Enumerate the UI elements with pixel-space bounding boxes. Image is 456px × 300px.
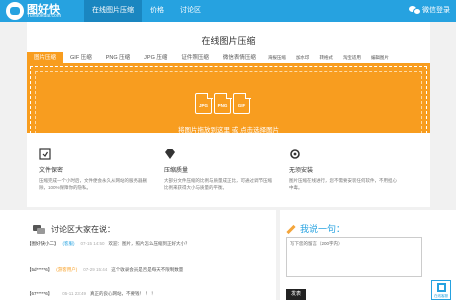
tab-id-photo-compress[interactable]: 证件照压缩 [174,52,216,64]
comment-text: 欢迎：图片，照片怎么压缩到正好大小？ [108,241,190,246]
comment-tag: (客服) [62,241,75,246]
lock-icon [39,147,51,160]
list-item[interactable]: 【67*****6】 05-11 23:49 真正的良心网站，不要钱！ ！ ！ [27,291,155,297]
tab-watermark[interactable]: 加水印 [291,52,315,64]
tab-edit-image[interactable]: 编辑图片 [366,52,394,64]
nav-item-price[interactable]: 价格 [142,0,172,22]
main-nav: 在线图片压缩 价格 讨论区 [84,0,209,22]
tool-tabs: 图片压缩 GIF 压缩 PNG 压缩 JPG 压缩 证件照压缩 微信表情压缩 海… [27,52,430,66]
tab-poster-compress[interactable]: 海报压缩 [263,52,291,64]
comment-user: 【图好快小二】 [27,241,59,246]
pencil-icon [285,224,295,234]
diamond-icon [164,147,176,159]
discussion-panel: 讨论区大家在说： 【图好快小二】 (客服) 07-15 14:50 欢迎：图片，照片怎… [0,210,276,300]
tab-convert-format[interactable]: 转格式 [314,52,338,64]
jpg-file-icon: JPG [195,92,213,114]
feature-title: 文件保密 [39,168,64,174]
comment-textarea[interactable]: 写下您的留言（200字内） [286,237,422,277]
feature-title: 压缩质量 [164,168,189,174]
submit-comment-button[interactable]: 发表 [286,289,306,300]
tab-png-compress[interactable]: PNG 压缩 [99,52,137,64]
features-panel: 文件保密 压缩完成一个小时后，文件便会永久从网站的服务器删除，100%保障你的隐… [27,133,430,207]
comment-text: 真正的良心网站，不要钱！ ！ ！ [89,291,156,296]
gif-file-icon: GIF [233,92,251,114]
tab-jpg-compress[interactable]: JPG 压缩 [137,52,174,64]
comment-date: 07-29 15:44 [83,267,108,272]
feature-desc: 图片压缩在线进行，您不需要安装任何软件，不用担心中毒。 [289,178,397,190]
comment-user: 【67*****6】 [27,291,53,296]
list-item[interactable]: 【图好快小二】 (客服) 07-15 14:50 欢迎：图片，照片怎么压缩到正好大小？ [27,241,190,247]
tab-wechat-sticker-compress[interactable]: 微信表情压缩 [216,52,263,64]
service-icon [437,283,446,292]
tab-image-compress[interactable]: 图片压缩 [27,52,64,64]
login-label: 微信登录 [422,7,450,14]
file-type-icons: JPG PNG GIF [195,92,251,114]
comment-tag: (游客用户) [56,267,78,272]
comment-form-title: 我说一句： [285,222,345,235]
wechat-icon [409,6,421,15]
service-label: 在线客服 [434,294,448,298]
nav-item-compress[interactable]: 在线图片压缩 [84,0,142,22]
nav-item-forum[interactable]: 讨论区 [172,0,209,22]
comment-date: 05-11 23:49 [62,291,86,296]
top-navbar: 图好快 Tuhaokuai.com 在线图片压缩 价格 讨论区 微信登录 [0,0,456,22]
feature-title: 无须安装 [289,168,314,174]
feature-desc: 压缩完成一个小时后，文件便会永久从网站的服务器删除，100%保障你的隐私。 [39,178,147,190]
chat-icon [33,225,45,234]
page-title: 在线图片压缩 [201,36,256,46]
comment-date: 07-15 14:50 [80,241,105,246]
logo-subtitle: Tuhaokuai.com [27,13,61,19]
wechat-login-button[interactable]: 微信登录 [409,5,450,15]
feature-privacy: 文件保密 压缩完成一个小时后，文件便会永久从网站的服务器删除，100%保障你的隐… [29,147,147,191]
png-file-icon: PNG [214,92,232,114]
comment-user: 【5d*****6】 [27,267,53,272]
feature-quality: 压缩质量 大部分文件压缩的比例与质量成正比，可通过调节压缩比例来获得大小与质量的… [154,147,272,191]
list-item[interactable]: 【5d*****6】 (游客用户) 07-29 15:44 这个收录会员是否是每天不限… [27,267,183,273]
gear-icon [289,147,301,159]
feature-desc: 大部分文件压缩的比例与质量成正比，可通过调节压缩比例来获得大小与质量的平衡。 [164,178,272,190]
comment-form-panel: 我说一句： 写下您的留言（200字内） 发表 [280,210,456,300]
logo-icon [6,2,24,20]
feature-no-install: 无须安装 图片压缩在线进行，您不需要安装任何软件，不用担心中毒。 [279,147,397,191]
tab-taobao[interactable]: 淘宝适用 [338,52,366,64]
online-service-button[interactable]: 在线客服 [431,280,451,300]
tab-gif-compress[interactable]: GIF 压缩 [63,52,99,64]
discussion-title: 讨论区大家在说： [33,224,115,235]
comment-text: 这个收录会员是否是每天不限制数量 [111,267,184,272]
